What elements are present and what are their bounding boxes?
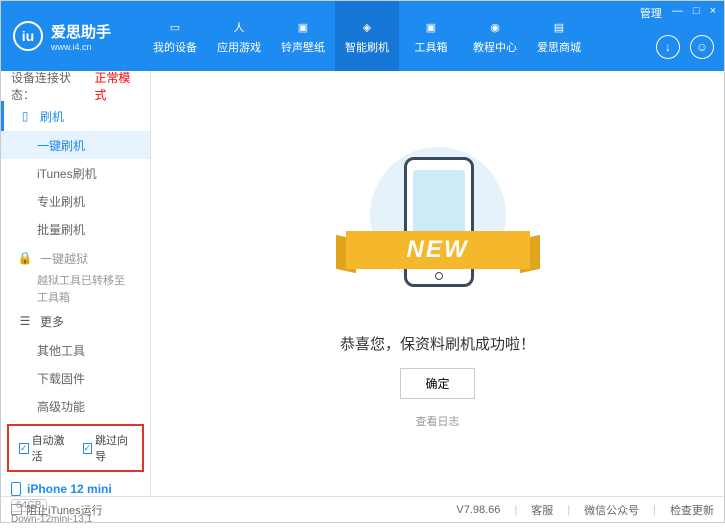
success-illustration: NEW	[358, 139, 518, 319]
checkbox-icon	[11, 504, 22, 515]
phone-icon	[11, 482, 21, 496]
check-icon: ✓	[83, 443, 93, 454]
status-bar: 阻止iTunes运行 V7.98.66 | 客服 | 微信公众号 | 检查更新	[1, 496, 724, 522]
sidebar-item-other-tools[interactable]: 其他工具	[1, 336, 150, 364]
jailbreak-note: 越狱工具已转移至 工具箱	[1, 273, 150, 306]
phone-icon: ▭	[165, 17, 185, 37]
logo-icon: iu	[13, 21, 43, 51]
close-button[interactable]: ×	[710, 5, 716, 21]
app-website: www.i4.cn	[51, 42, 111, 52]
success-message: 恭喜您，保资料刷机成功啦！	[340, 333, 535, 354]
maximize-button[interactable]: □	[693, 5, 700, 21]
sidebar-section-more[interactable]: ☰ 更多	[1, 306, 150, 336]
logo: iu 爱思助手 www.i4.cn	[13, 21, 143, 52]
nav-apps-games[interactable]: 人应用游戏	[207, 1, 271, 71]
title-bar: iu 爱思助手 www.i4.cn ▭我的设备 人应用游戏 ▣铃声壁纸 ◈智能刷…	[1, 1, 724, 71]
sidebar-item-itunes-flash[interactable]: iTunes刷机	[1, 159, 150, 187]
app-title: 爱思助手	[51, 21, 111, 42]
nav-my-device[interactable]: ▭我的设备	[143, 1, 207, 71]
nav-tutorials[interactable]: ◉教程中心	[463, 1, 527, 71]
main-content: NEW 恭喜您，保资料刷机成功啦！ 确定 查看日志	[151, 71, 724, 496]
nav-store[interactable]: ▤爱思商城	[527, 1, 591, 71]
window-controls: 管理 — □ ×	[640, 5, 716, 21]
apps-icon: 人	[229, 17, 249, 37]
check-icon: ✓	[19, 443, 29, 454]
sidebar-item-batch-flash[interactable]: 批量刷机	[1, 215, 150, 243]
flash-icon: ◈	[357, 17, 377, 37]
confirm-button[interactable]: 确定	[400, 368, 474, 399]
connection-status: 设备连接状态： 正常模式	[1, 71, 150, 101]
phone-icon: ▯	[18, 109, 32, 123]
download-icon[interactable]: ↓	[656, 35, 680, 59]
ribbon-text: NEW	[407, 236, 469, 264]
version-label: V7.98.66	[456, 504, 500, 516]
sidebar-section-flash[interactable]: ▯ 刷机	[1, 101, 150, 131]
status-label: 设备连接状态：	[11, 69, 91, 103]
header-actions: ↓ ☺	[656, 35, 714, 59]
checkbox-block-itunes[interactable]: 阻止iTunes运行	[11, 502, 103, 518]
user-icon[interactable]: ☺	[690, 35, 714, 59]
view-log-link[interactable]: 查看日志	[416, 413, 460, 429]
device-name-row[interactable]: iPhone 12 mini	[11, 482, 140, 496]
checkbox-auto-activate[interactable]: ✓ 自动激活	[19, 432, 69, 464]
sidebar-section-jailbreak: 🔒 一键越狱	[1, 243, 150, 273]
lock-icon: 🔒	[18, 251, 32, 265]
nav-ringtone-wallpaper[interactable]: ▣铃声壁纸	[271, 1, 335, 71]
status-value: 正常模式	[95, 69, 140, 103]
device-name: iPhone 12 mini	[27, 482, 112, 496]
toolbox-icon: ▣	[421, 17, 441, 37]
wallpaper-icon: ▣	[293, 17, 313, 37]
flash-options-highlighted: ✓ 自动激活 ✓ 跳过向导	[7, 424, 144, 472]
sidebar-item-oneclick-flash[interactable]: 一键刷机	[1, 131, 150, 159]
top-nav: ▭我的设备 人应用游戏 ▣铃声壁纸 ◈智能刷机 ▣工具箱 ◉教程中心 ▤爱思商城	[143, 1, 591, 71]
sidebar: 设备连接状态： 正常模式 ▯ 刷机 一键刷机 iTunes刷机 专业刷机 批量刷…	[1, 71, 151, 496]
store-icon: ▤	[549, 17, 569, 37]
nav-smart-flash[interactable]: ◈智能刷机	[335, 1, 399, 71]
nav-toolbox[interactable]: ▣工具箱	[399, 1, 463, 71]
menu-icon: ☰	[18, 314, 32, 328]
checkbox-skip-guide[interactable]: ✓ 跳过向导	[83, 432, 133, 464]
wechat-link[interactable]: 微信公众号	[584, 502, 639, 518]
check-update-link[interactable]: 检查更新	[670, 502, 714, 518]
sidebar-item-pro-flash[interactable]: 专业刷机	[1, 187, 150, 215]
tutorial-icon: ◉	[485, 17, 505, 37]
sidebar-item-download-firmware[interactable]: 下载固件	[1, 364, 150, 392]
customer-service-link[interactable]: 客服	[531, 502, 553, 518]
sidebar-item-advanced[interactable]: 高级功能	[1, 392, 150, 420]
minimize-button[interactable]: —	[672, 5, 683, 21]
settings-button[interactable]: 管理	[640, 5, 662, 21]
